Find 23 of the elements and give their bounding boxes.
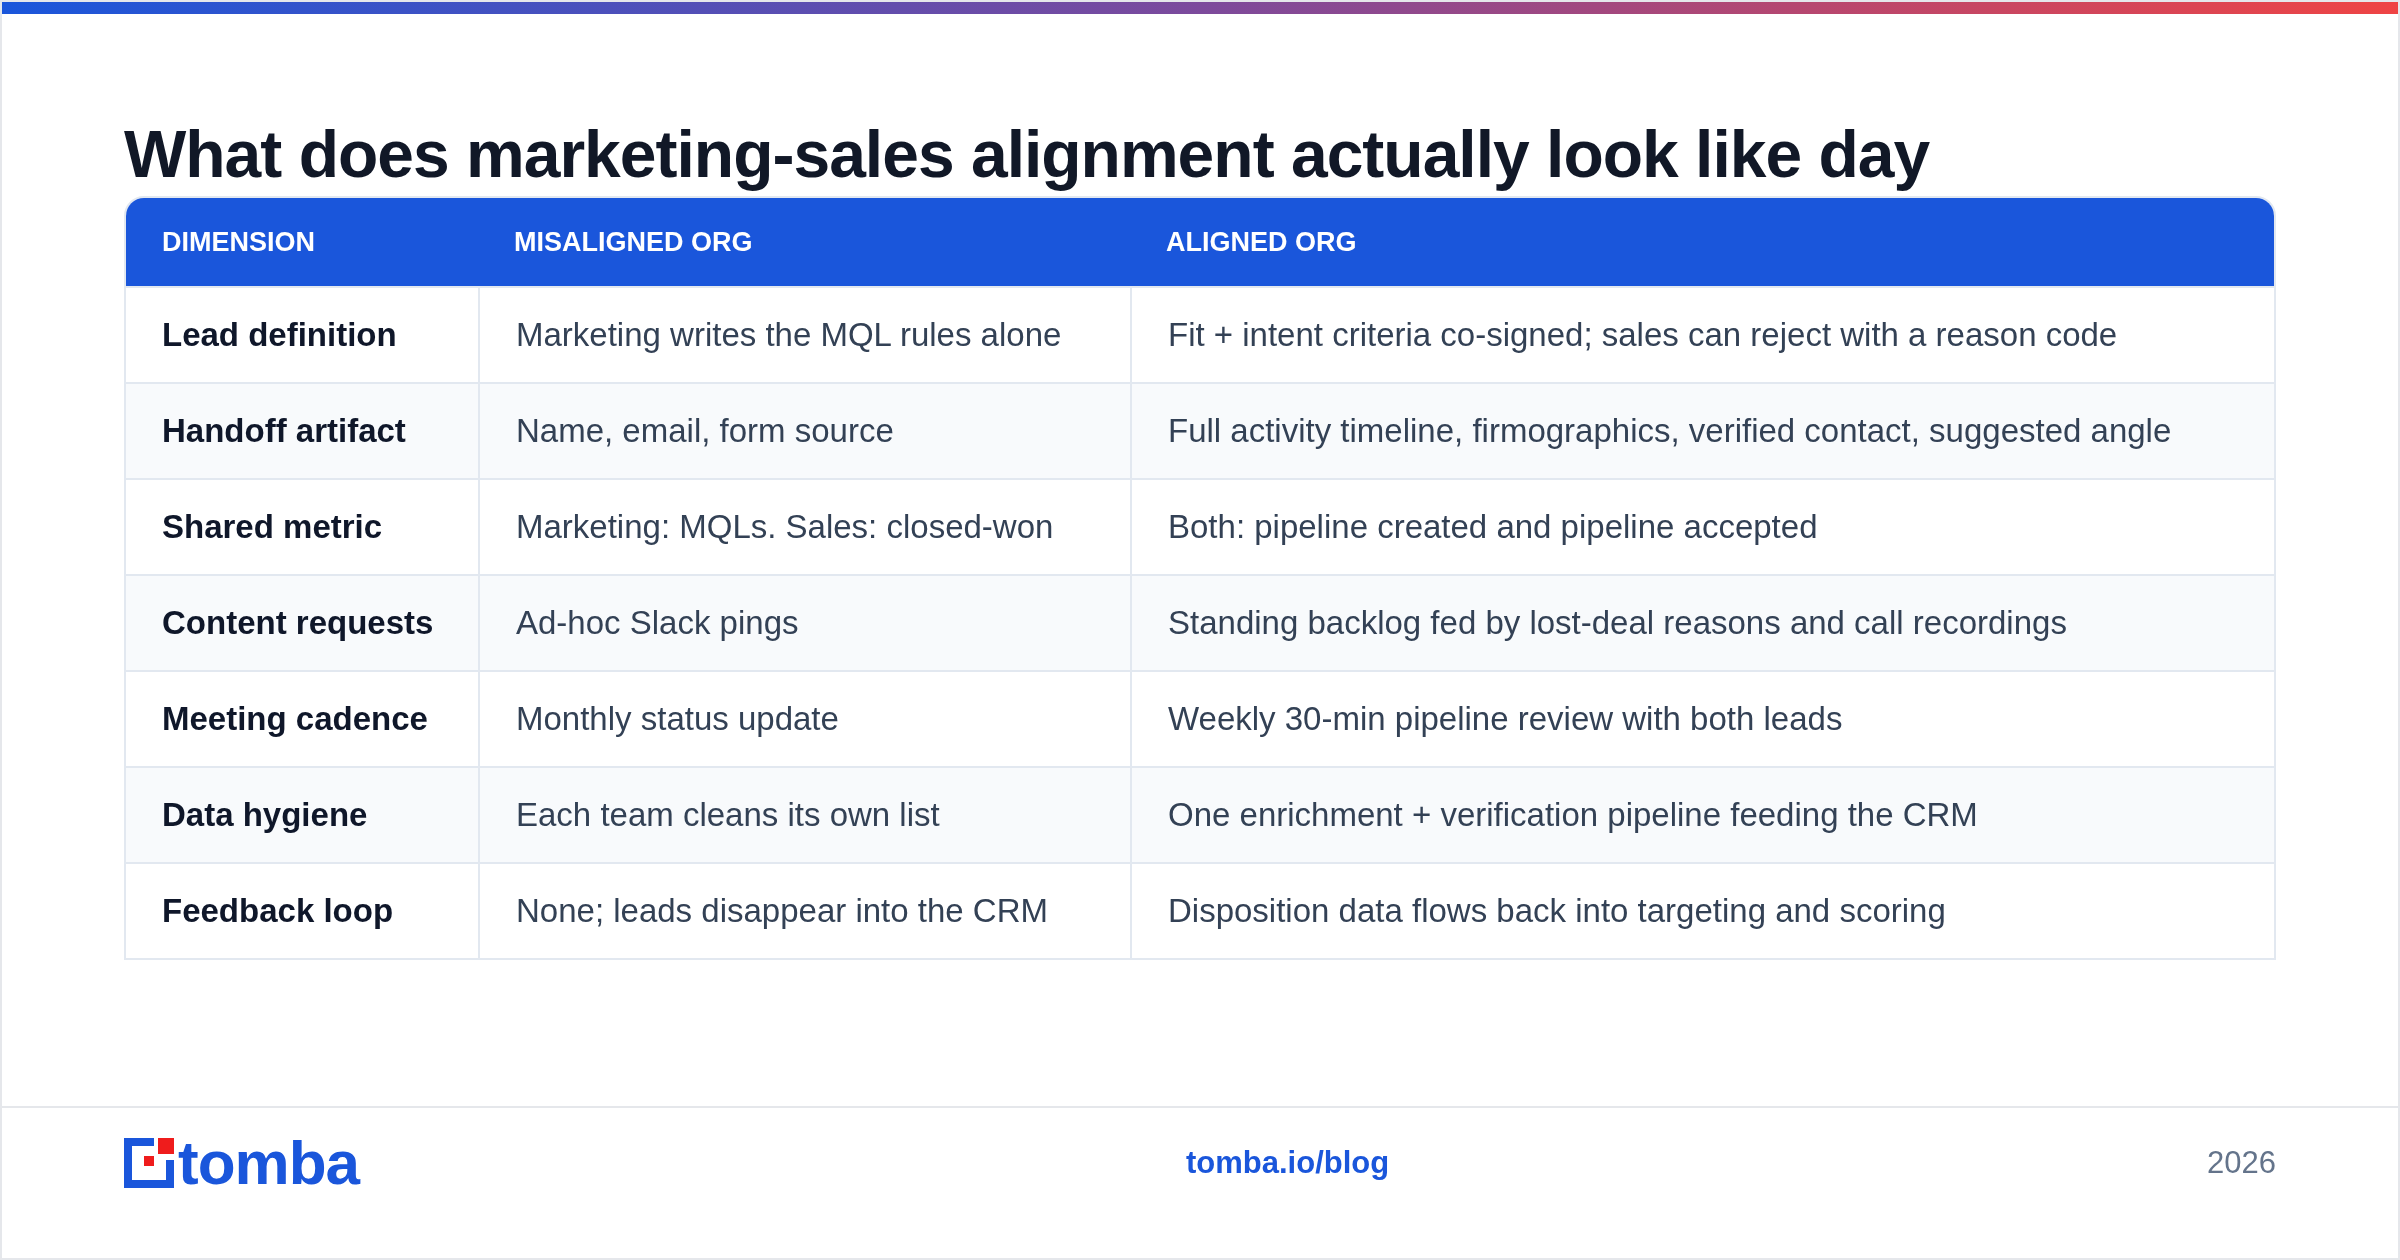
table-cell: Disposition data flows back into targeting and scoring xyxy=(1130,864,2274,958)
blog-link[interactable]: tomba.io/blog xyxy=(1186,1145,2208,1181)
table-cell: Each team cleans its own list xyxy=(478,768,1130,862)
table-cell-text: Feedback loop xyxy=(161,891,395,931)
table-cell: Standing backlog fed by lost-deal reasons and call recordings xyxy=(1130,576,2274,670)
year-label: 2026 xyxy=(2207,1145,2276,1181)
table-cell-text: Shared metric xyxy=(161,507,384,547)
logo-icon xyxy=(124,1138,174,1188)
logo-wordmark: tomba xyxy=(178,1132,359,1194)
table-cell-text: Lead definition xyxy=(161,315,398,355)
table-cell: Ad-hoc Slack pings xyxy=(478,576,1130,670)
table-cell: Name, email, form source xyxy=(478,384,1130,478)
column-header: MISALIGNED ORG xyxy=(513,226,754,258)
table-cell: None; leads disappear into the CRM xyxy=(478,864,1130,958)
table-cell-text: Data hygiene xyxy=(161,795,369,835)
column-header: DIMENSION xyxy=(161,226,316,258)
column-header: ALIGNED ORG xyxy=(1165,226,1358,258)
table-cell-text: Content requests xyxy=(161,603,435,643)
table-cell: One enrichment + verification pipeline feeding the CRM xyxy=(1130,768,2274,862)
table-cell: Full activity timeline, firmographics, verified contact, suggested angle xyxy=(1130,384,2274,478)
table-cell-text: Meeting cadence xyxy=(161,699,429,739)
page-title: What does marketing-sales alignment actually look like day xyxy=(124,116,1931,193)
table-cell-text: Handoff artifact xyxy=(161,411,407,451)
